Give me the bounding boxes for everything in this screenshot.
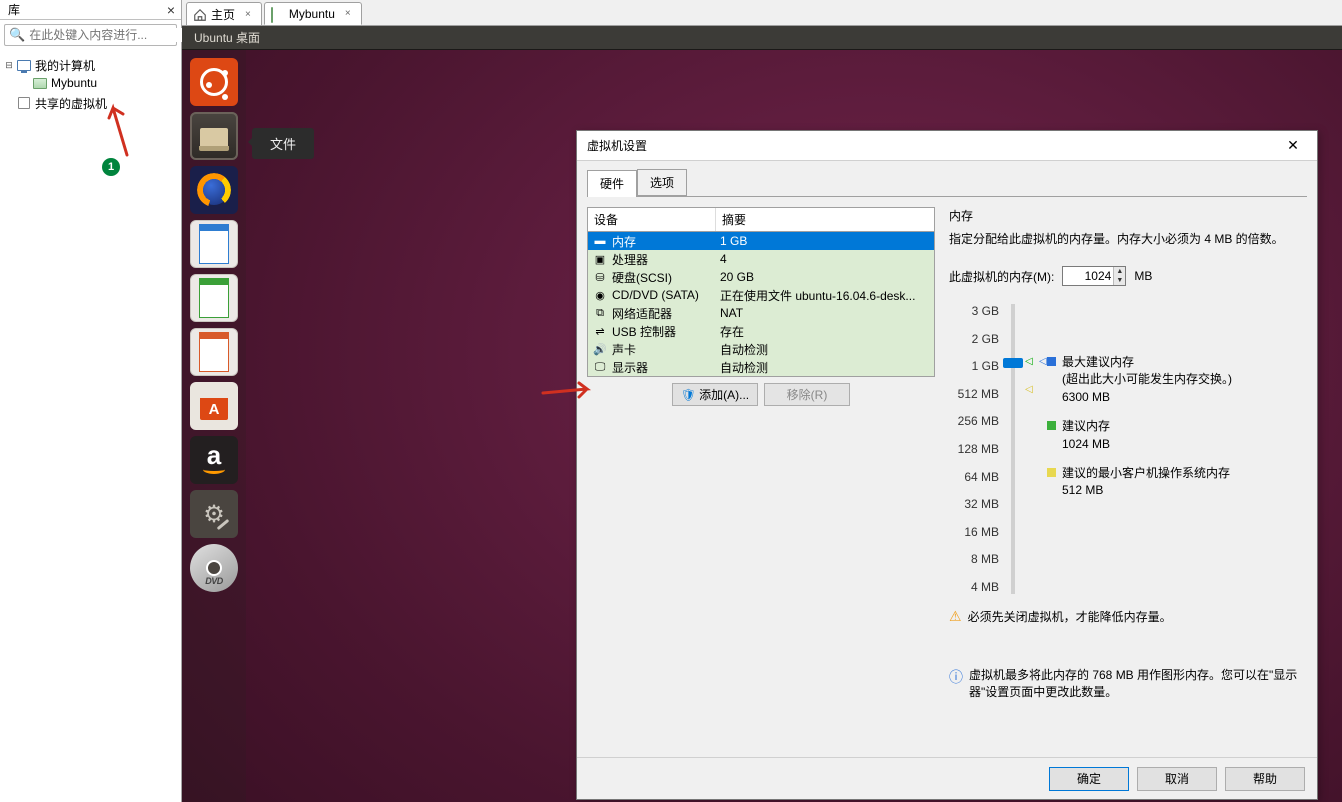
- cpu-icon: ▣: [592, 252, 608, 266]
- remove-hardware-button: 移除(R): [764, 383, 850, 406]
- launcher-amazon-icon[interactable]: [190, 436, 238, 484]
- memory-unit: MB: [1134, 269, 1152, 283]
- tab-close-icon[interactable]: ×: [345, 8, 351, 19]
- spin-up[interactable]: ▲: [1113, 267, 1125, 276]
- hardware-list: 设备 摘要 ▬内存1 GB▣处理器4⛁硬盘(SCSI)20 GB◉CD/DVD …: [587, 207, 935, 377]
- spin-down[interactable]: ▼: [1113, 276, 1125, 285]
- memory-icon: ▬: [592, 234, 608, 248]
- col-device: 设备: [588, 208, 716, 231]
- sound-icon: 🔊: [592, 342, 608, 356]
- hardware-row[interactable]: ◉CD/DVD (SATA)正在使用文件 ubuntu-16.04.6-desk…: [588, 286, 934, 304]
- marker-max-icon: ◁: [1039, 356, 1047, 367]
- dialog-tabs: 硬件 选项: [587, 169, 1307, 197]
- slider-legend: 最大建议内存 (超出此大小可能发生内存交换。) 6300 MB: [1047, 304, 1301, 594]
- memory-panel: 内存 指定分配给此虚拟机的内存量。内存大小必须为 4 MB 的倍数。 此虚拟机的…: [949, 207, 1307, 757]
- launcher-settings-icon[interactable]: [190, 490, 238, 538]
- memory-warning: ⚠ 必须先关闭虚拟机，才能降低内存量。: [949, 608, 1301, 625]
- vm-tab-icon: [271, 8, 285, 20]
- hardware-row[interactable]: ⛁硬盘(SCSI)20 GB: [588, 268, 934, 286]
- tree-toggle-icon[interactable]: ⊟: [4, 60, 14, 71]
- cancel-button[interactable]: 取消: [1137, 767, 1217, 791]
- launcher-calc-icon[interactable]: [190, 274, 238, 322]
- memory-title: 内存: [949, 207, 1301, 224]
- warning-icon: ⚠: [949, 608, 962, 625]
- tab-mybuntu[interactable]: Mybuntu ×: [264, 2, 362, 25]
- hardware-row[interactable]: ⧉网络适配器NAT: [588, 304, 934, 322]
- tree-root-my-computer[interactable]: ⊟ 我的计算机: [4, 56, 177, 74]
- memory-desc: 指定分配给此虚拟机的内存量。内存大小必须为 4 MB 的倍数。: [949, 230, 1301, 248]
- marker-current-icon: ◁: [1025, 356, 1033, 367]
- ok-button[interactable]: 确定: [1049, 767, 1129, 791]
- hardware-row[interactable]: 🖵显示器自动检测: [588, 358, 934, 376]
- launcher-writer-icon[interactable]: [190, 220, 238, 268]
- vm-inner-titlebar: Ubuntu 桌面: [182, 26, 1342, 50]
- marker-min-icon: ◁: [1025, 384, 1033, 395]
- net-icon: ⧉: [592, 306, 608, 320]
- shield-icon: 🛡: [681, 388, 696, 402]
- tab-home[interactable]: 主页 ×: [186, 2, 262, 25]
- slider-thumb[interactable]: [1003, 358, 1023, 368]
- dialog-close-button[interactable]: ✕: [1273, 133, 1313, 159]
- shared-icon: [16, 96, 32, 110]
- legend-rec-icon: [1047, 421, 1056, 430]
- ubuntu-launcher: [182, 50, 246, 802]
- main-area: 主页 × Mybuntu × Ubuntu 桌面: [182, 0, 1342, 802]
- add-hardware-button[interactable]: 🛡添加(A)...: [672, 383, 758, 406]
- display-icon: 🖵: [592, 360, 608, 374]
- library-panel: 库 × 🔍 ▼ ⊟ 我的计算机 Mybuntu 共享的虚拟机: [0, 0, 182, 802]
- launcher-firefox-icon[interactable]: [190, 166, 238, 214]
- hardware-row[interactable]: ⇌USB 控制器存在: [588, 322, 934, 340]
- vm-settings-dialog: 虚拟机设置 ✕ 硬件 选项 设备: [576, 130, 1318, 800]
- tab-options[interactable]: 选项: [637, 169, 687, 196]
- tab-bar: 主页 × Mybuntu ×: [182, 0, 1342, 26]
- legend-max-icon: [1047, 357, 1056, 366]
- tab-close-icon[interactable]: ×: [245, 9, 251, 20]
- annotation-badge-1: 1: [102, 158, 120, 176]
- library-title: 库: [8, 1, 20, 18]
- vm-icon: [32, 76, 48, 90]
- dialog-title: 虚拟机设置: [587, 137, 647, 154]
- info-icon: ⓘ: [949, 667, 963, 687]
- hardware-row[interactable]: 🔊声卡自动检测: [588, 340, 934, 358]
- launcher-tooltip: 文件: [252, 128, 314, 159]
- library-search[interactable]: 🔍 ▼: [4, 24, 177, 46]
- annotation-arrow-2: [539, 377, 599, 403]
- launcher-dash-icon[interactable]: [190, 58, 238, 106]
- slider-labels: 3 GB2 GB1 GB512 MB256 MB128 MB64 MB32 MB…: [949, 304, 999, 594]
- tree-shared-vms[interactable]: 共享的虚拟机: [4, 94, 177, 112]
- disk-icon: ⛁: [592, 270, 608, 284]
- library-search-input[interactable]: [29, 28, 184, 42]
- launcher-dvd-icon[interactable]: [190, 544, 238, 592]
- library-close-button[interactable]: ×: [167, 2, 175, 18]
- help-button[interactable]: 帮助: [1225, 767, 1305, 791]
- launcher-impress-icon[interactable]: [190, 328, 238, 376]
- cd-icon: ◉: [592, 288, 608, 302]
- col-summary: 摘要: [716, 208, 752, 231]
- launcher-software-icon[interactable]: [190, 382, 238, 430]
- launcher-files-icon[interactable]: [190, 112, 238, 160]
- search-icon: 🔍: [9, 27, 25, 43]
- usb-icon: ⇌: [592, 324, 608, 338]
- annotation-arrow-1: [105, 100, 133, 160]
- home-icon: [193, 8, 207, 20]
- hardware-row[interactable]: ▣处理器4: [588, 250, 934, 268]
- legend-min-icon: [1047, 468, 1056, 477]
- hardware-row[interactable]: ▬内存1 GB: [588, 232, 934, 250]
- ubuntu-desktop[interactable]: 文件 虚拟机设置 ✕ 硬件 选项: [182, 50, 1342, 802]
- memory-info: ⓘ 虚拟机最多将此内存的 768 MB 用作图形内存。您可以在"显示器"设置页面…: [949, 667, 1301, 702]
- vm-desktop: Ubuntu 桌面 文件 虚拟: [182, 26, 1342, 802]
- dialog-footer: 确定 取消 帮助: [577, 757, 1317, 799]
- memory-slider[interactable]: ◁ ◁ ◁: [1003, 304, 1043, 594]
- tab-hardware[interactable]: 硬件: [587, 170, 637, 197]
- dialog-titlebar[interactable]: 虚拟机设置 ✕: [577, 131, 1317, 161]
- tree-vm-mybuntu[interactable]: Mybuntu: [4, 74, 177, 92]
- library-tree: ⊟ 我的计算机 Mybuntu 共享的虚拟机: [0, 50, 181, 118]
- memory-label: 此虚拟机的内存(M):: [949, 268, 1054, 285]
- monitor-icon: [16, 58, 32, 72]
